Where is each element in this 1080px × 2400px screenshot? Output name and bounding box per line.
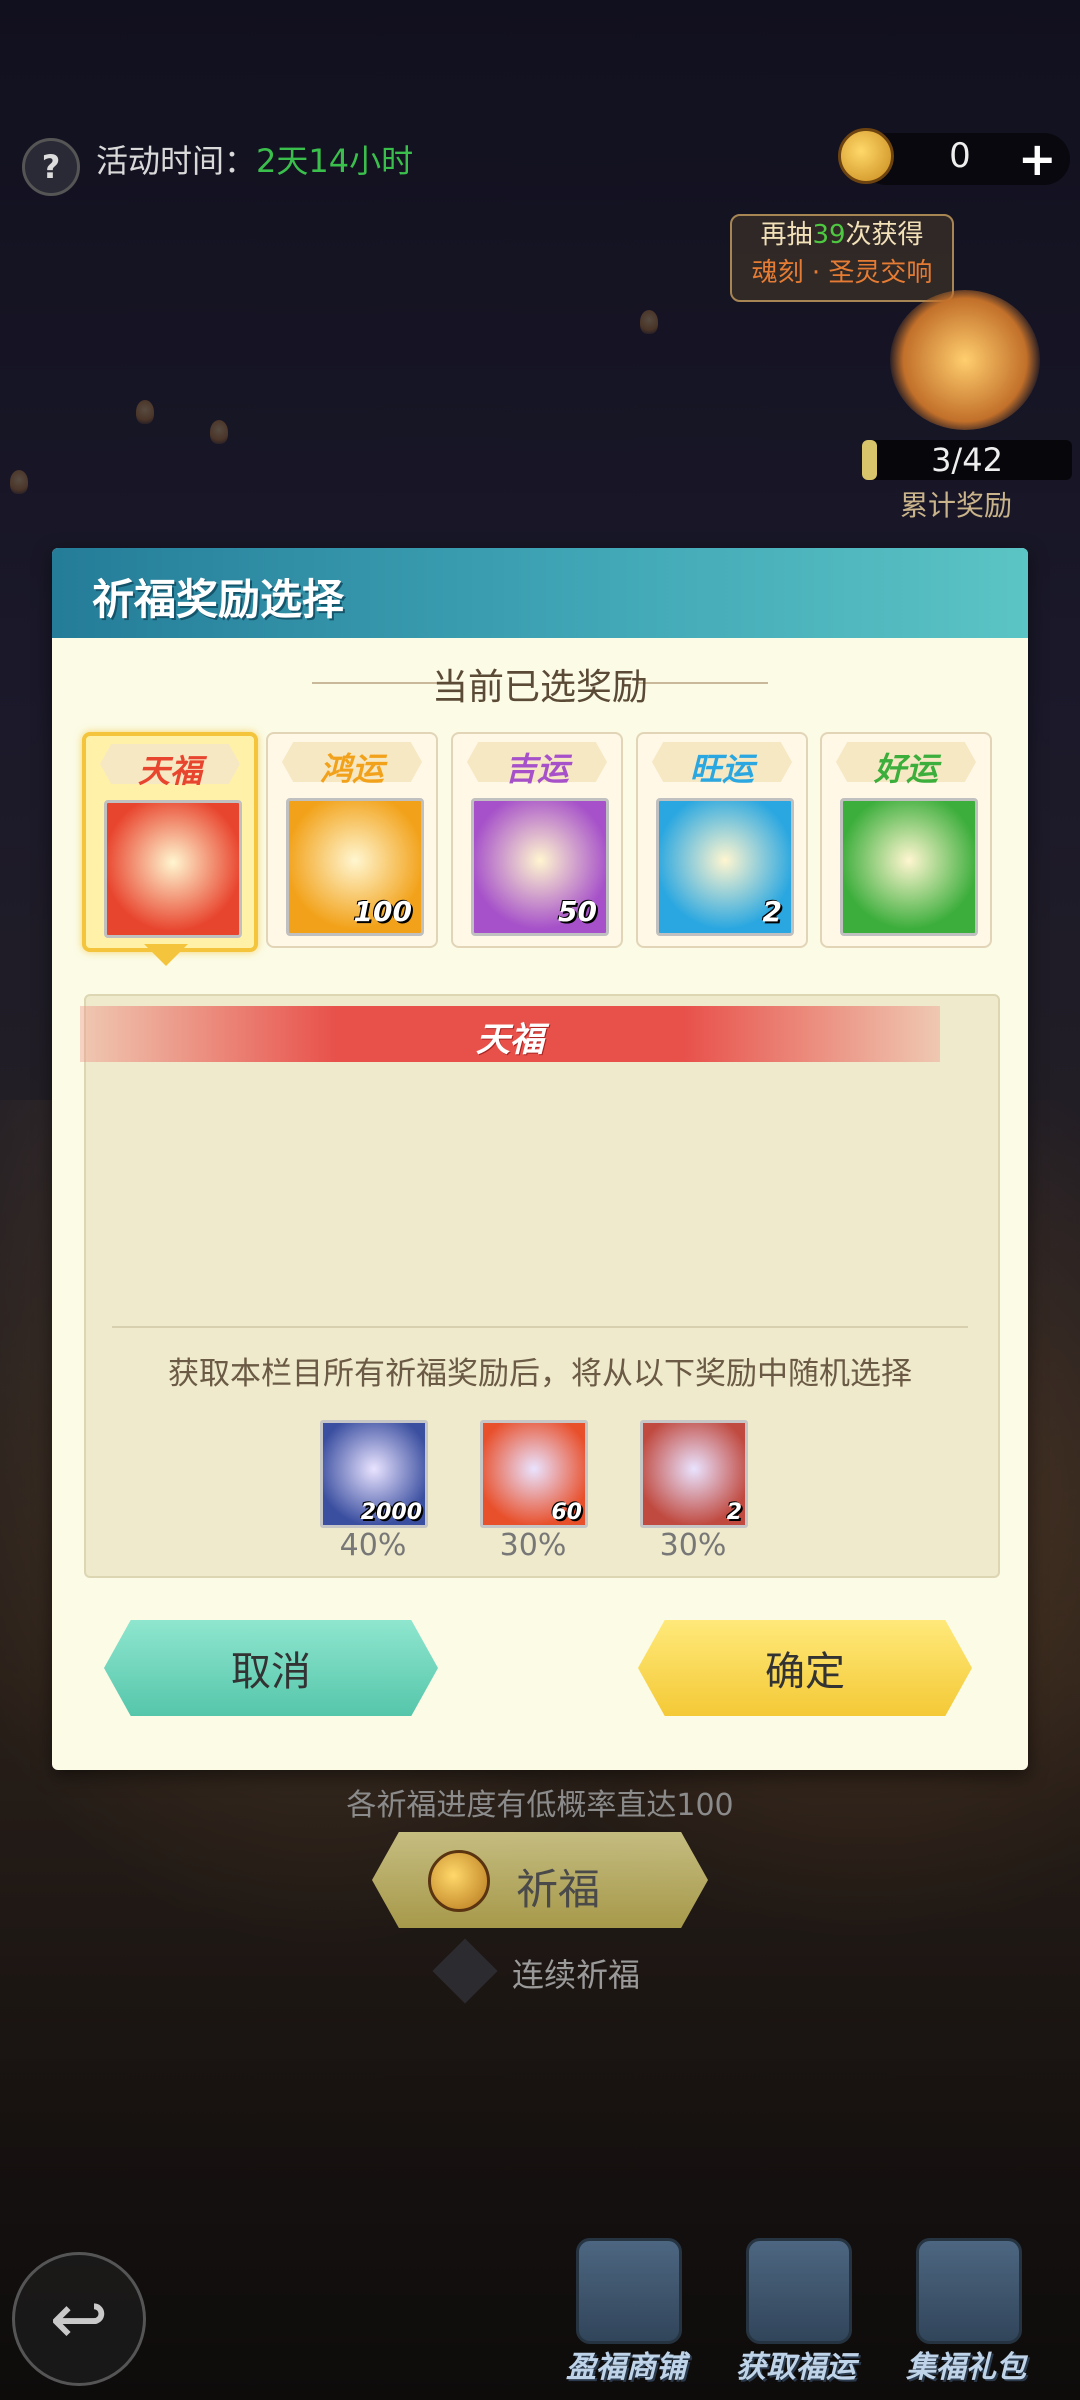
tier-panel-title: 天福	[476, 1020, 544, 1060]
book-icon	[746, 2238, 852, 2344]
tier-label: 好运	[873, 750, 938, 788]
activity-time-label: 活动时间：	[96, 142, 257, 180]
shop-nav-button[interactable]: 盈福商铺	[556, 2238, 696, 2388]
gift-nav-button[interactable]: 集福礼包	[896, 2238, 1036, 2388]
promo-reward-name: 魂刻 · 圣灵交响	[751, 258, 933, 288]
tier-tab-3[interactable]: 旺运 2	[636, 732, 808, 948]
selected-tier-pointer	[144, 944, 188, 966]
tier-tab-1[interactable]: 鸿运 100	[266, 732, 438, 948]
cancel-button[interactable]: 取消	[104, 1620, 438, 1716]
tier-reward-count: 100	[353, 895, 412, 928]
probability-hint: 各祈福进度有低概率直达100	[346, 1788, 734, 1823]
tier-label: 天福	[137, 752, 202, 790]
activity-time-value: 2天14小时	[256, 142, 414, 180]
tier-reward-icon	[840, 798, 978, 936]
bonus-reward-count: 60	[551, 1500, 582, 1525]
tier-reward-count: 50	[558, 895, 597, 928]
shop-icon	[576, 2238, 682, 2344]
bonus-reward-icon[interactable]: 2000	[320, 1420, 428, 1528]
promo-suffix: 次获得	[845, 220, 924, 250]
tier-reward-icon	[104, 800, 242, 938]
reward-list[interactable]: ✔剩余：2剩余：240剩余：280剩余：2	[52, 1060, 964, 1300]
note-divider	[112, 1326, 968, 1328]
cumulative-reward-chest-icon[interactable]	[890, 290, 1040, 430]
activity-time: 活动时间：2天14小时	[96, 136, 413, 182]
promo-count: 39	[812, 220, 846, 250]
currency-value: 0	[949, 136, 971, 176]
help-icon[interactable]: ?	[22, 138, 80, 196]
tier-tab-2[interactable]: 吉运 50	[451, 732, 623, 948]
back-arrow-icon[interactable]: ↩	[12, 2252, 146, 2386]
add-currency-icon[interactable]: +	[1018, 132, 1057, 186]
progress-text: 3/42	[931, 441, 1003, 479]
promo-prefix: 再抽	[760, 220, 813, 250]
tier-label: 鸿运	[319, 750, 384, 788]
modal-title: 祈福奖励选择	[92, 575, 345, 624]
random-selection-note: 获取本栏目所有祈福奖励后，将从以下奖励中随机选择	[168, 1356, 912, 1392]
tier-tab-0[interactable]: 天福	[82, 732, 258, 952]
tier-tab-4[interactable]: 好运	[820, 732, 992, 948]
get-luck-nav-button[interactable]: 获取福运	[726, 2238, 866, 2388]
tier-label: 旺运	[689, 750, 754, 788]
bonus-reward-icon[interactable]: 2	[640, 1420, 748, 1528]
pray-coin-icon	[428, 1850, 490, 1912]
gift-nav-label: 集福礼包	[906, 2350, 1026, 2385]
tier-label: 吉运	[504, 750, 569, 788]
coin-icon	[838, 128, 894, 184]
shop-nav-label: 盈福商铺	[566, 2350, 686, 2385]
section-title: 当前已选奖励	[431, 667, 648, 708]
continuous-pray-label: 连续祈福	[512, 1956, 641, 1994]
pray-button-label: 祈福	[516, 1865, 601, 1914]
bonus-reward-probability: 30%	[499, 1528, 567, 1563]
draw-reward-promo: 再抽39次获得 魂刻 · 圣灵交响	[730, 214, 954, 302]
cumulative-reward-label: 累计奖励	[900, 489, 1013, 522]
bonus-reward-probability: 30%	[659, 1528, 727, 1563]
bonus-reward-count: 2	[726, 1500, 742, 1525]
bonus-reward-probability: 40%	[339, 1528, 407, 1563]
tier-reward-count: 2	[762, 895, 782, 928]
bonus-reward-count: 2000	[360, 1500, 422, 1525]
confirm-button[interactable]: 确定	[638, 1620, 972, 1716]
bonus-reward-icon[interactable]: 60	[480, 1420, 588, 1528]
gift-icon	[916, 2238, 1022, 2344]
get-luck-nav-label: 获取福运	[736, 2350, 856, 2385]
